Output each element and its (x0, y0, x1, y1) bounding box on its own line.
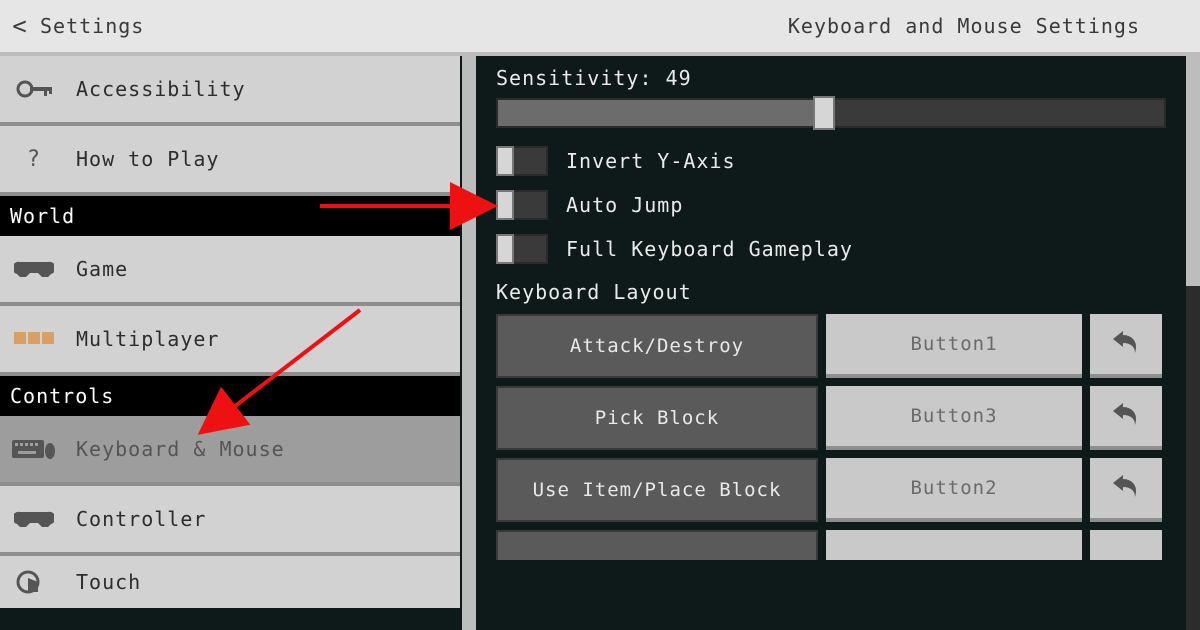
sidebar-item-label: Controller (76, 507, 206, 531)
sidebar-section-world: World (0, 196, 460, 236)
binding-button[interactable]: Button3 (826, 386, 1082, 450)
sidebar-item-keyboard-mouse[interactable]: Keyboard & Mouse (0, 416, 460, 486)
binding-row: Use Item/Place Block Button2 (496, 458, 1190, 522)
binding-button[interactable]: Button1 (826, 314, 1082, 378)
panel-scrollbar[interactable] (1186, 56, 1200, 630)
sidebar-section-controls: Controls (0, 376, 460, 416)
page-title: Settings (40, 14, 144, 38)
sidebar-item-label: Touch (76, 570, 141, 594)
binding-reset-button[interactable] (1090, 530, 1162, 560)
sensitivity-slider[interactable] (496, 98, 1166, 128)
sidebar-item-label: Keyboard & Mouse (76, 437, 285, 461)
settings-panel: Sensitivity: 49 Invert Y-Axis Auto Jump … (476, 56, 1200, 630)
undo-icon (1111, 475, 1141, 501)
binding-reset-button[interactable] (1090, 386, 1162, 450)
sidebar: Accessibility ? How to Play World Game M… (0, 56, 476, 630)
sidebar-item-game[interactable]: Game (0, 236, 460, 306)
sidebar-item-accessibility[interactable]: Accessibility (0, 56, 460, 126)
people-icon (12, 323, 56, 355)
undo-icon (1111, 403, 1141, 429)
top-bar: < Settings Keyboard and Mouse Settings (0, 0, 1200, 56)
sidebar-item-label: Multiplayer (76, 327, 219, 351)
binding-button[interactable] (826, 530, 1082, 560)
sidebar-item-label: Game (76, 257, 128, 281)
controller-icon (12, 253, 56, 285)
undo-icon (1111, 331, 1141, 357)
toggle-label: Auto Jump (566, 193, 683, 217)
sidebar-item-label: How to Play (76, 147, 219, 171)
binding-action: Attack/Destroy (496, 314, 818, 378)
keyboard-icon (12, 433, 56, 465)
binding-row (496, 530, 1190, 560)
binding-action (496, 530, 818, 560)
sidebar-item-label: Accessibility (76, 77, 246, 101)
binding-button[interactable]: Button2 (826, 458, 1082, 522)
controller-icon (12, 503, 56, 535)
touch-icon (12, 566, 56, 598)
sensitivity-label: Sensitivity: 49 (496, 66, 1190, 90)
sidebar-item-multiplayer[interactable]: Multiplayer (0, 306, 460, 376)
sidebar-item-controller[interactable]: Controller (0, 486, 460, 556)
back-button[interactable]: < (0, 12, 40, 40)
binding-row: Attack/Destroy Button1 (496, 314, 1190, 378)
sidebar-item-touch[interactable]: Touch (0, 556, 460, 608)
keyboard-layout-heading: Keyboard Layout (496, 280, 1190, 304)
toggle-invert-y[interactable] (496, 146, 548, 176)
sidebar-item-how-to-play[interactable]: ? How to Play (0, 126, 460, 196)
binding-action: Use Item/Place Block (496, 458, 818, 522)
toggle-auto-jump[interactable] (496, 190, 548, 220)
binding-reset-button[interactable] (1090, 314, 1162, 378)
question-icon: ? (12, 143, 56, 175)
toggle-label: Full Keyboard Gameplay (566, 237, 853, 261)
toggle-full-keyboard[interactable] (496, 234, 548, 264)
binding-reset-button[interactable] (1090, 458, 1162, 522)
toggle-label: Invert Y-Axis (566, 149, 736, 173)
key-icon (12, 73, 56, 105)
panel-title: Keyboard and Mouse Settings (788, 14, 1140, 38)
binding-action: Pick Block (496, 386, 818, 450)
binding-row: Pick Block Button3 (496, 386, 1190, 450)
sidebar-scrollbar[interactable] (462, 56, 476, 630)
